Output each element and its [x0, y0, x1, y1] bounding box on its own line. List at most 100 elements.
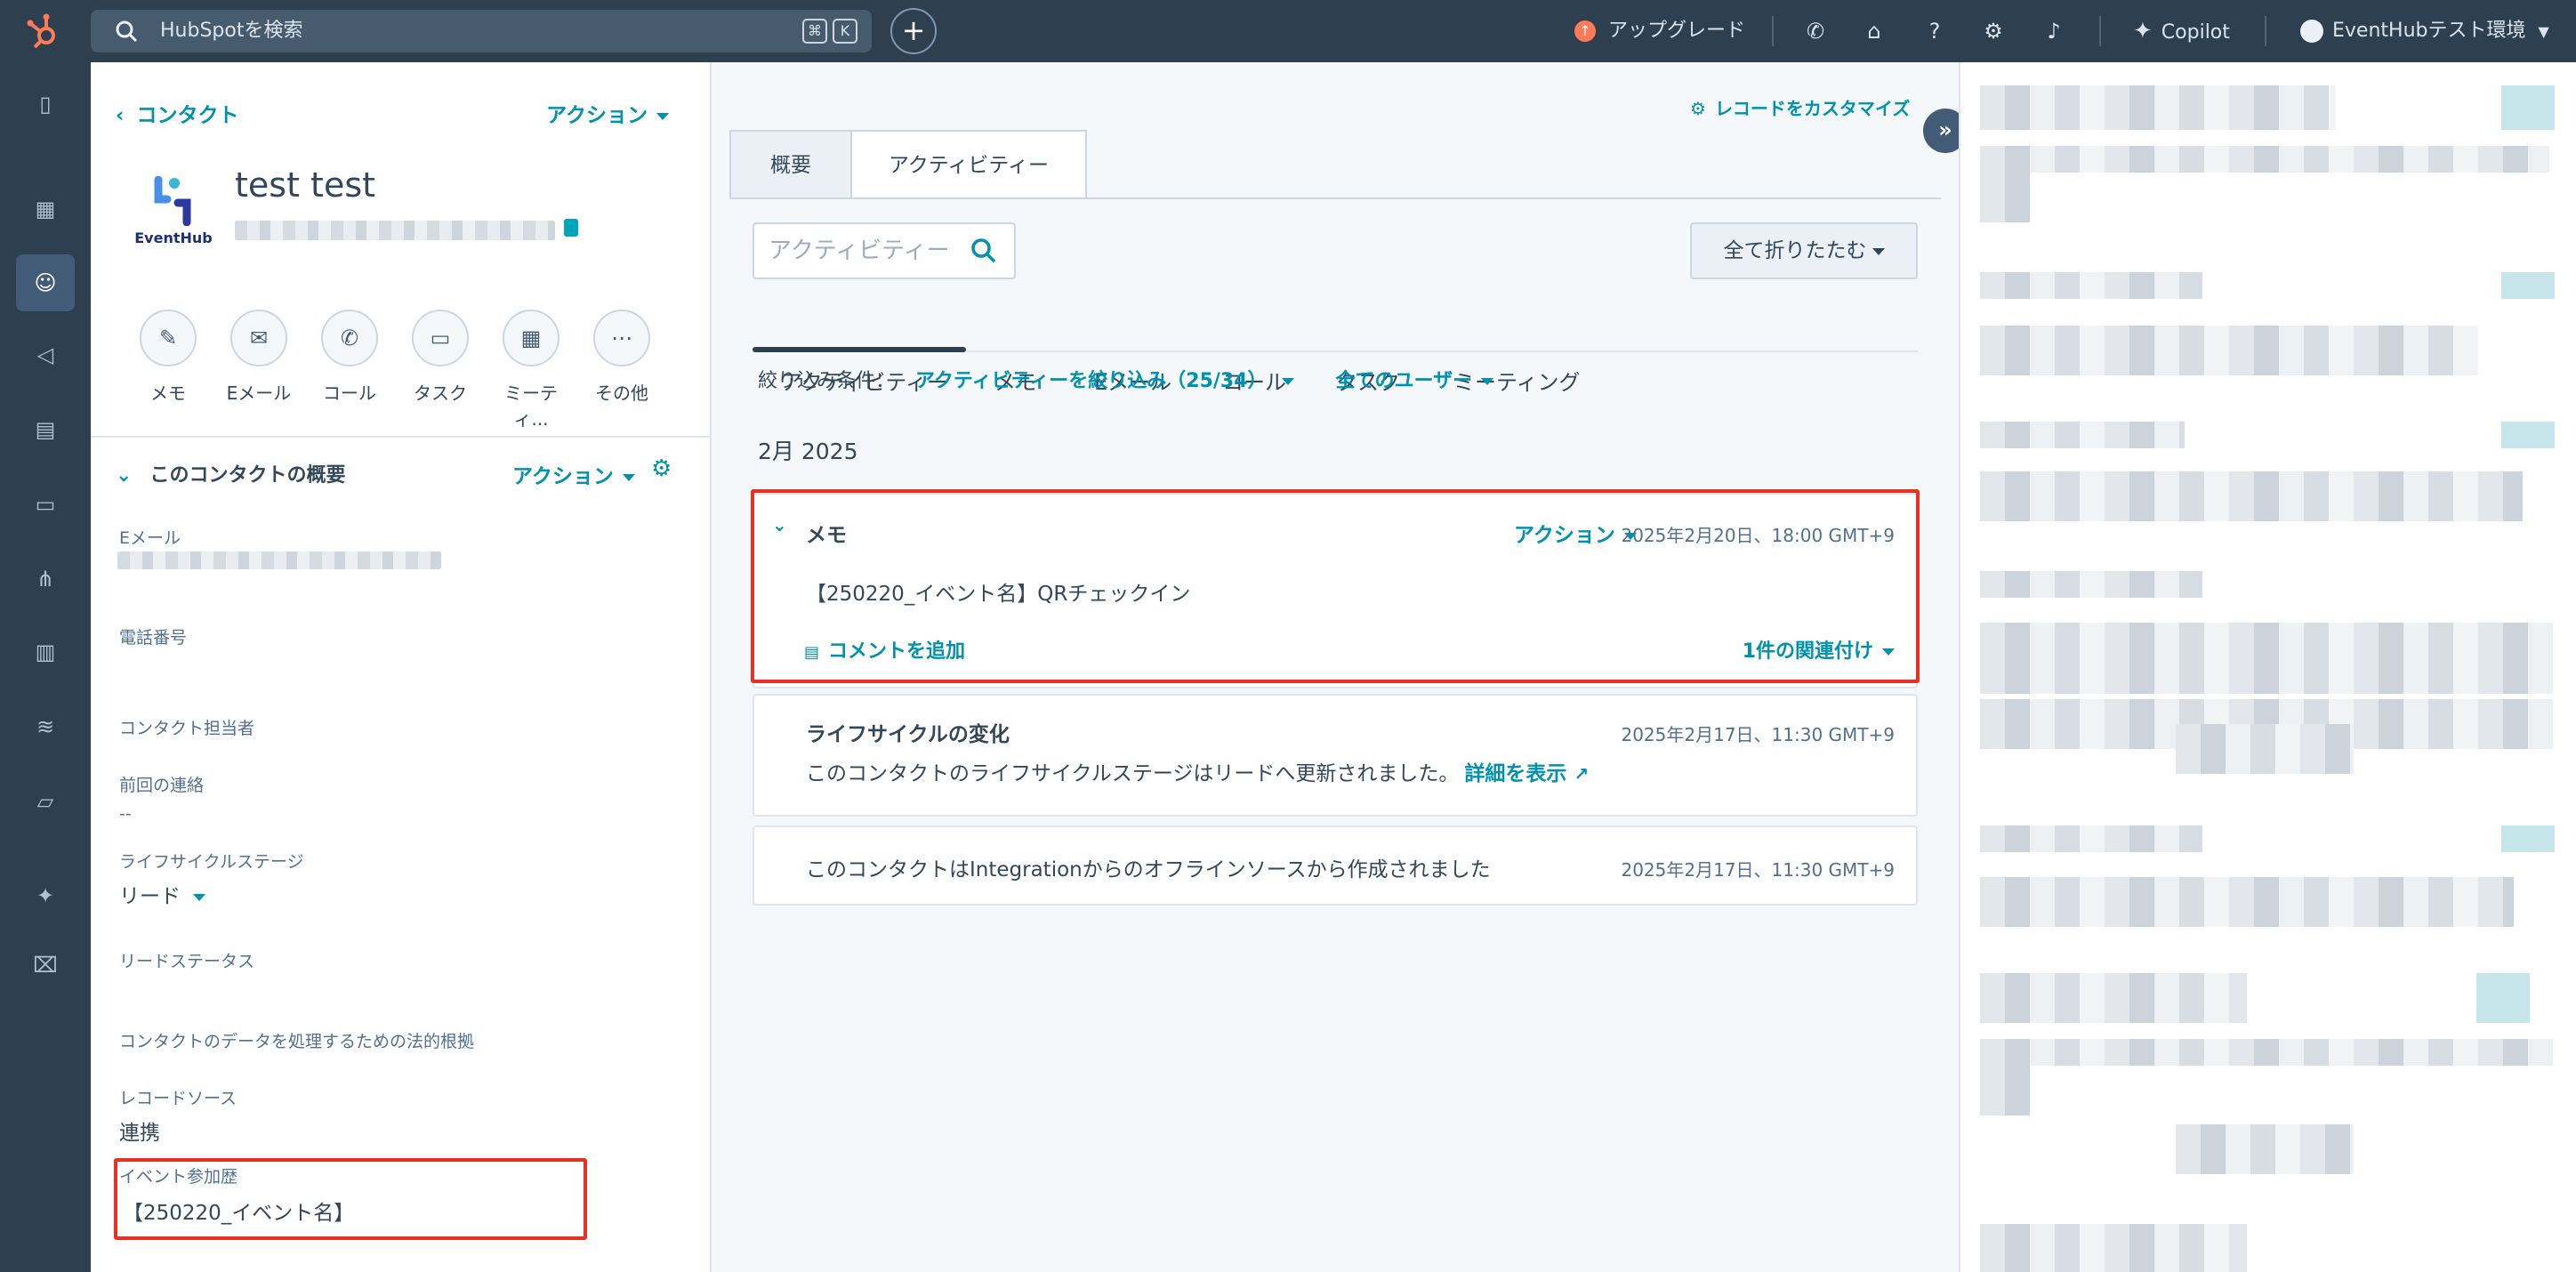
- lifecycle-change-card[interactable]: ライフサイクルの変化 2025年2月17日、11:30 GMT+9 このコンタク…: [753, 694, 1918, 817]
- breadcrumb[interactable]: ‹ コンタクト: [116, 98, 238, 128]
- tab-activities[interactable]: アクティビティー: [850, 130, 1087, 199]
- breeze-icon[interactable]: ✦: [25, 875, 66, 916]
- marketing-icon[interactable]: ◁: [25, 334, 66, 375]
- about-section-toggle[interactable]: ⌄ このコンタクトの概要: [116, 459, 345, 487]
- creation-card[interactable]: このコンタクトはIntegrationからのオフラインソースから作成されました …: [753, 825, 1918, 906]
- library-icon[interactable]: ▱: [25, 781, 66, 822]
- caret-down-icon: [1481, 378, 1494, 385]
- active-subtab-indicator: [753, 347, 966, 352]
- upgrade-label: アップグレード: [1608, 20, 1746, 42]
- blurred-content: [1980, 146, 2549, 173]
- global-search-input[interactable]: HubSpotを検索 ⌘ K: [91, 10, 872, 52]
- upgrade-button[interactable]: ↑ アップグレード: [1574, 0, 1745, 62]
- blurred-content: [2501, 422, 2555, 448]
- quick-action-note[interactable]: ✎ メモ: [128, 310, 208, 405]
- blurred-content: [1980, 173, 2030, 222]
- copilot-button[interactable]: ✦ Copilot: [2133, 0, 2230, 62]
- quick-action-label: ミーティ...: [504, 382, 558, 430]
- double-chevron-right-icon: »: [1938, 117, 1952, 142]
- quick-action-label: コール: [323, 382, 376, 404]
- shortcut-cmd-key: ⌘: [802, 19, 827, 44]
- record-actions-dropdown[interactable]: アクション: [546, 98, 669, 128]
- phone-icon[interactable]: ✆: [1802, 18, 1829, 44]
- notifications-icon[interactable]: ♪: [2041, 18, 2067, 44]
- gear-icon[interactable]: ⚙: [651, 455, 672, 482]
- blurred-content: [2501, 85, 2555, 130]
- caret-down-icon: [193, 893, 205, 901]
- lead-status-label: リードステータス: [119, 952, 255, 971]
- blurred-content: [2501, 825, 2555, 852]
- quick-action-meeting[interactable]: ▦ ミーティ...: [491, 310, 571, 431]
- lifecycle-select[interactable]: リード: [119, 879, 205, 909]
- note-card-highlight: [751, 489, 1920, 683]
- activity-search-input[interactable]: アクティビティー: [753, 222, 1016, 279]
- blurred-content: [1980, 85, 2336, 130]
- filter-activity-dropdown[interactable]: アクティビティーを絞り込み（25/34）: [915, 370, 1294, 392]
- quick-action-more[interactable]: ⋯ その他: [582, 310, 662, 405]
- gear-icon: ⚙: [1690, 98, 1706, 119]
- contacts-icon[interactable]: ☺: [16, 254, 75, 311]
- settings-icon[interactable]: ⚙: [1980, 18, 2007, 44]
- quick-action-email[interactable]: ✉ Eメール: [219, 310, 299, 405]
- caret-down-icon: [622, 473, 635, 481]
- actions-label: アクション: [546, 104, 648, 127]
- filter-bar: 絞り込み条件： アクティビティーを絞り込み（25/34） 全てのユーザー: [758, 365, 1494, 393]
- workspaces-icon[interactable]: ▦: [25, 189, 66, 229]
- help-icon[interactable]: ?: [1921, 18, 1948, 44]
- reporting-icon[interactable]: ▥: [25, 632, 66, 672]
- avatar: [2300, 20, 2323, 43]
- blurred-content: [1980, 1066, 2030, 1115]
- quick-action-label: Eメール: [226, 382, 292, 404]
- filter-users-dropdown[interactable]: 全てのユーザー: [1336, 370, 1494, 392]
- actions-label: アクション: [512, 465, 614, 488]
- eventhub-logo-icon: [154, 176, 191, 226]
- last-contacted-label: 前回の連絡: [119, 776, 205, 795]
- right-sidebar-blurred: [1959, 62, 2576, 1272]
- tabs-divider: [729, 197, 1941, 199]
- envelope-icon: ✉: [230, 310, 287, 366]
- blurred-content: [1980, 422, 2185, 448]
- account-label: EventHubテスト環境: [2332, 20, 2526, 42]
- about-actions-dropdown[interactable]: アクション: [512, 459, 635, 489]
- blurred-content: [1980, 973, 2247, 1023]
- quick-action-label: その他: [595, 382, 648, 404]
- collapse-all-button[interactable]: 全て折りたたむ: [1690, 222, 1918, 279]
- email-label: Eメール: [119, 528, 181, 548]
- record-source-label: レコードソース: [119, 1089, 237, 1108]
- email-value-blurred[interactable]: [117, 551, 441, 569]
- quick-action-call[interactable]: ✆ コール: [310, 310, 390, 405]
- divider: [2265, 16, 2266, 46]
- customize-record-link[interactable]: ⚙ レコードをカスタマイズ: [1690, 94, 1910, 120]
- view-details-link[interactable]: 詳細を表示 ↗: [1464, 762, 1589, 785]
- commerce-icon[interactable]: ▭: [25, 484, 66, 525]
- data-management-icon[interactable]: ≋: [25, 706, 66, 747]
- marketplace-icon[interactable]: ⌂: [1861, 18, 1888, 44]
- quick-action-task[interactable]: ▭ タスク: [400, 310, 480, 405]
- copy-icon[interactable]: [564, 219, 578, 237]
- tab-overview[interactable]: 概要: [729, 130, 852, 199]
- hubspot-logo-icon[interactable]: [25, 12, 64, 52]
- blurred-content: [2176, 724, 2354, 774]
- blurred-content: [1980, 1224, 2247, 1272]
- event-history-value[interactable]: 【250220_イベント名】: [123, 1196, 354, 1226]
- about-title: このコンタクトの概要: [149, 464, 346, 487]
- account-menu[interactable]: EventHubテスト環境 ▼: [2300, 0, 2549, 62]
- blurred-content: [1980, 877, 2514, 927]
- breadcrumb-label: コンタクト: [136, 104, 239, 127]
- company-logo: EventHub: [126, 176, 221, 265]
- legal-basis-label: コンタクトのデータを処理するための法的根拠: [119, 1032, 475, 1051]
- development-icon[interactable]: ⌧: [25, 945, 66, 986]
- lifecycle-change-body: このコンタクトのライフサイクルステージはリードへ更新されました。 詳細を表示 ↗: [806, 756, 1589, 786]
- filter-activity-label: アクティビティーを絞り込み（25/34）: [915, 370, 1268, 392]
- phone-label: 電話番号: [119, 628, 188, 648]
- create-new-button[interactable]: +: [890, 8, 937, 54]
- divider: [1772, 16, 1774, 46]
- bookmark-icon[interactable]: ▯: [25, 84, 66, 125]
- activity-search-placeholder: アクティビティー: [769, 237, 950, 264]
- automation-icon[interactable]: ⋔: [25, 559, 66, 600]
- last-contacted-value: --: [119, 804, 132, 824]
- content-icon[interactable]: ▤: [25, 409, 66, 450]
- event-history-label: イベント参加歴: [119, 1167, 238, 1187]
- record-source-value[interactable]: 連携: [119, 1115, 160, 1146]
- blurred-content: [1980, 326, 2478, 375]
